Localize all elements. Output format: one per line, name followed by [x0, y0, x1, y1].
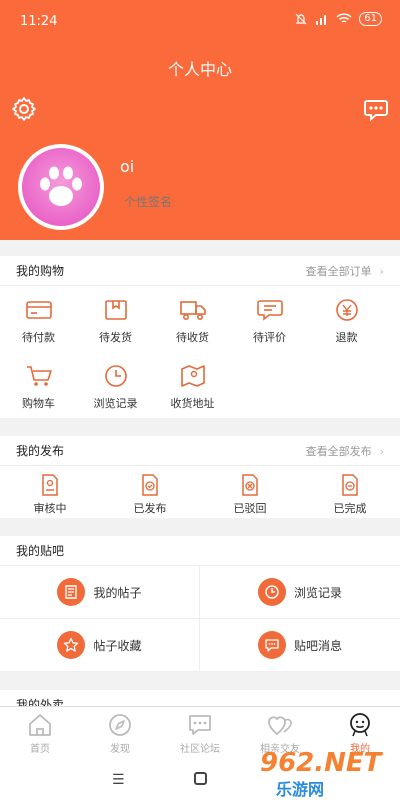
pending-receipt-button[interactable]: 待收货: [154, 286, 231, 352]
signal-icon: [316, 15, 327, 25]
wifi-icon: [336, 13, 352, 23]
map-location-icon: [180, 365, 205, 387]
hearts-icon: [268, 716, 292, 736]
shopping-cart-button[interactable]: 购物车: [0, 352, 77, 418]
paw-print-icon: [40, 166, 82, 206]
watermark-number: 962.NET: [260, 748, 382, 778]
home-icon: [29, 714, 51, 736]
clock-history-icon: [104, 365, 127, 387]
view-all-orders-link[interactable]: 查看全部订单 ›: [306, 263, 384, 279]
pending-review-button[interactable]: 待评价: [231, 286, 308, 352]
document-rejected-icon: [242, 474, 258, 496]
menu-icon[interactable]: ☰: [112, 772, 125, 788]
browse-history-button[interactable]: 浏览记录: [77, 352, 154, 418]
settings-gear-icon[interactable]: [11, 96, 37, 122]
watermark-logo: 962.NET 乐游网: [256, 748, 394, 799]
forum-history-button[interactable]: 浏览记录: [200, 566, 400, 619]
under-review-button[interactable]: 审核中: [0, 466, 100, 518]
pending-payment-button[interactable]: 待付款: [0, 286, 77, 352]
star-icon: [64, 637, 79, 652]
view-all-posts-link[interactable]: 查看全部发布 ›: [306, 443, 384, 459]
compass-icon: [109, 714, 131, 736]
document-done-icon: [342, 474, 358, 496]
tab-home[interactable]: 首页: [0, 707, 80, 760]
message-bubble-icon[interactable]: [363, 96, 389, 122]
package-box-icon: [104, 300, 127, 320]
watermark-site: 乐游网: [276, 780, 325, 799]
tab-forum[interactable]: 社区论坛: [160, 707, 240, 760]
post-favorites-button[interactable]: 帖子收藏: [0, 619, 200, 672]
page-title: 个人中心: [167, 60, 232, 79]
status-bar: 11:24 61: [0, 0, 400, 40]
status-time: 11:24: [20, 14, 58, 29]
section-title: 我的购物: [16, 264, 65, 278]
shipping-address-button[interactable]: 收货地址: [154, 352, 231, 418]
refund-button[interactable]: 退款: [308, 286, 385, 352]
mute-icon: [295, 13, 307, 25]
home-square-icon[interactable]: [194, 772, 207, 785]
tab-discover[interactable]: 发现: [80, 707, 160, 760]
yen-refund-icon: [335, 299, 358, 321]
forum-section: 我的贴吧 我的帖子 浏览记录 帖子收藏 贴吧消息: [0, 536, 400, 672]
chat-dots-icon: [189, 715, 211, 735]
status-icons: 61: [294, 12, 382, 26]
section-title: 我的贴吧: [16, 544, 65, 558]
forum-grid: 我的帖子 浏览记录 帖子收藏 贴吧消息: [0, 566, 400, 672]
wallet-card-icon: [25, 301, 52, 319]
publish-section: 我的发布 查看全部发布 › 审核中 已发布 已驳回 已完成: [0, 436, 400, 518]
forum-messages-button[interactable]: 贴吧消息: [200, 619, 400, 672]
shopping-section: 我的购物 查看全部订单 › 待付款 待发货 待收货 待评价 退款 购物车 浏览记…: [0, 256, 400, 418]
chevron-right-icon: ›: [379, 444, 384, 458]
chevron-right-icon: ›: [379, 264, 384, 278]
profile-face-icon: [350, 713, 370, 737]
shopping-grid: 待付款 待发货 待收货 待评价 退款 购物车 浏览记录 收货地址: [0, 286, 400, 418]
shopping-cart-icon: [26, 366, 52, 386]
delivery-truck-icon: [179, 301, 206, 320]
publish-grid: 审核中 已发布 已驳回 已完成: [0, 466, 400, 518]
document-review-icon: [42, 474, 58, 496]
my-posts-button[interactable]: 我的帖子: [0, 566, 200, 619]
published-button[interactable]: 已发布: [100, 466, 200, 518]
profile-header: 11:24 61 个人中心 oi: [0, 0, 400, 240]
completed-button[interactable]: 已完成: [300, 466, 400, 518]
pending-shipment-button[interactable]: 待发货: [77, 286, 154, 352]
document-check-icon: [142, 474, 158, 496]
post-list-icon: [65, 585, 78, 599]
avatar[interactable]: [18, 144, 104, 230]
battery-level: 61: [359, 12, 382, 26]
clock-icon: [265, 585, 279, 599]
username[interactable]: oi: [120, 157, 134, 176]
comment-bubble-icon: [256, 300, 283, 321]
section-title: 我的发布: [16, 444, 65, 458]
message-icon: [265, 639, 279, 652]
rejected-button[interactable]: 已驳回: [200, 466, 300, 518]
signature[interactable]: 个性签名: [124, 193, 172, 210]
